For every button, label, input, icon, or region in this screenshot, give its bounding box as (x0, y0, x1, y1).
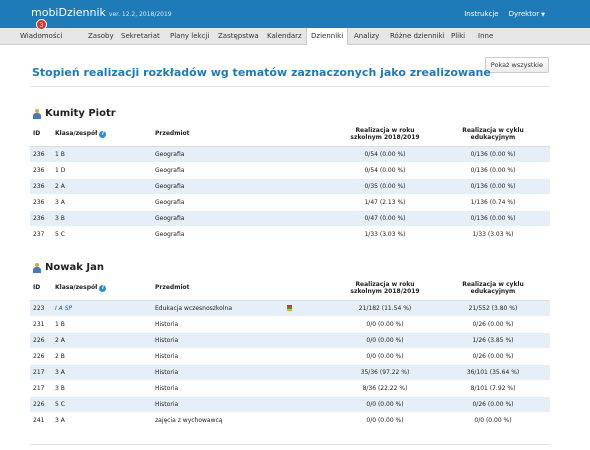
nav-kalendarz[interactable]: Kalendarz (267, 28, 302, 45)
col-cycle: Realizacja w cyklu edukacyjnym (436, 122, 550, 147)
class-cell[interactable]: 3 B (52, 380, 152, 397)
brand-mobi: mobi (31, 6, 59, 19)
table-row: 237 5 C Geografia 1/33 (3.03 %) 1/33 (3.03 %… (30, 226, 550, 243)
class-cell[interactable]: 1 B (52, 316, 152, 333)
nav-zasoby[interactable]: Zasoby (88, 28, 114, 45)
table-row: 236 1 D Geografia 0/54 (0.00 %) 0/136 (0.00 … (30, 162, 550, 179)
table-row: 217 3 A Historia 35/36 (97.22 %) 36/101 (35.… (30, 364, 550, 381)
nav-wiadomosci[interactable]: Wiadomości (20, 28, 62, 45)
nav-plany-lekcji[interactable]: Plany lekcji (170, 28, 209, 45)
teacher-name: Nowak Jan (45, 262, 104, 273)
col-subject: Przedmiot (152, 276, 284, 301)
col-class: Klasa/zespół i (52, 122, 152, 147)
page-title: Stopień realizacji rozkładów wg tematów … (32, 66, 491, 79)
col-year: Realizacja w roku szkolnym 2018/2019 (334, 122, 436, 147)
divider (30, 86, 550, 87)
info-icon[interactable]: i (99, 284, 107, 292)
teacher-name: Kumity Piotr (45, 108, 116, 119)
table-row: 217 3 B Historia 8/36 (22.22 %) 8/101 (7.92 … (30, 380, 550, 397)
class-cell[interactable]: 1 D (52, 162, 152, 179)
app-brand[interactable]: mobiDziennik ver. 12.2, 2018/2019 (31, 6, 172, 19)
caret-down-icon: ▼ (541, 12, 545, 18)
user-menu[interactable]: Dyrektor ▼ (509, 10, 545, 18)
table-row: 241 3 Azajęcia z wychowawcą 0/0 (0.00 %) 0/… (30, 412, 550, 429)
nav-pliki[interactable]: Pliki (451, 28, 465, 45)
class-cell[interactable]: 3 B (52, 210, 152, 227)
table-row: 223 I A SP Edukacja wczesnoszkolna 21/182 (… (30, 300, 550, 317)
table-row: 226 5 C Historia 0/0 (0.00 %) 0/26 (0.00 %) (30, 396, 550, 413)
table-row: 231 1 B Historia 0/0 (0.00 %) 0/26 (0.00 %) (30, 316, 550, 333)
table-row: 226 2 A Historia 0/0 (0.00 %) 1/26 (3.85 %) (30, 332, 550, 349)
instrukcje-link[interactable]: Instrukcje (464, 10, 498, 18)
class-cell[interactable]: 1 B (52, 146, 152, 163)
books-icon[interactable] (287, 304, 292, 312)
col-class: Klasa/zespół i (52, 276, 152, 301)
brand-dziennik: Dziennik (58, 6, 106, 19)
top-bar: mobiDziennik ver. 12.2, 2018/2019 Instruk… (0, 0, 590, 28)
col-subject: Przedmiot (152, 122, 284, 147)
divider (30, 444, 550, 445)
class-cell[interactable]: 3 A (52, 412, 152, 429)
info-icon[interactable]: i (99, 130, 107, 138)
realization-table: ID Klasa/zespół i Przedmiot Realizacja w … (30, 276, 550, 429)
user-name: Dyrektor (508, 10, 540, 18)
table-row: 236 1 B Geografia 0/54 (0.00 %) 0/136 (0.00 … (30, 146, 550, 163)
col-year: Realizacja w roku szkolnym 2018/2019 (334, 276, 436, 301)
main-nav: Wiadomości Zasoby Sekretariat Plany lekc… (0, 28, 590, 45)
nav-dzienniki[interactable]: Dzienniki (306, 28, 349, 45)
class-cell[interactable]: 3 A (52, 194, 152, 211)
nav-analizy[interactable]: Analizy (354, 28, 379, 45)
nav-sekretariat[interactable]: Sekretariat (121, 28, 160, 45)
class-cell[interactable]: 2 B (52, 348, 152, 365)
table-row: 236 3 A Geografia 1/47 (2.13 %) 1/136 (0.74 … (30, 194, 550, 211)
class-cell[interactable]: I A SP (52, 300, 152, 317)
nav-zastepstwa[interactable]: Zastępstwa (218, 28, 259, 45)
col-id: ID (30, 276, 52, 301)
teacher-heading: Kumity Piotr (32, 108, 116, 119)
table-header-row: ID Klasa/zespół i Przedmiot Realizacja w … (30, 276, 550, 301)
class-cell[interactable]: 3 A (52, 364, 152, 381)
nav-inne[interactable]: Inne (478, 28, 493, 45)
class-cell[interactable]: 5 C (52, 396, 152, 413)
nav-rozne-dzienniki[interactable]: Różne dzienniki (390, 28, 445, 45)
class-cell[interactable]: 2 A (52, 178, 152, 195)
user-icon (32, 108, 42, 119)
table-row: 226 2 B Historia 0/0 (0.00 %) 0/26 (0.00 %) (30, 348, 550, 365)
teacher-heading: Nowak Jan (32, 262, 104, 273)
notification-badge: 3 (36, 19, 47, 30)
app-version: ver. 12.2, 2018/2019 (108, 11, 172, 18)
table-row: 236 3 B Geografia 0/47 (0.00 %) 0/136 (0.00 … (30, 210, 550, 227)
col-id: ID (30, 122, 52, 147)
realization-table: ID Klasa/zespół i Przedmiot Realizacja w … (30, 122, 550, 243)
col-cycle: Realizacja w cyklu edukacyjnym (436, 276, 550, 301)
table-header-row: ID Klasa/zespół i Przedmiot Realizacja w … (30, 122, 550, 147)
user-icon (32, 262, 42, 273)
class-cell[interactable]: 2 A (52, 332, 152, 349)
class-cell[interactable]: 5 C (52, 226, 152, 243)
show-all-button[interactable]: Pokaż wszystkie (484, 57, 549, 73)
table-row: 236 2 A Geografia 0/35 (0.00 %) 0/136 (0.00 … (30, 178, 550, 195)
